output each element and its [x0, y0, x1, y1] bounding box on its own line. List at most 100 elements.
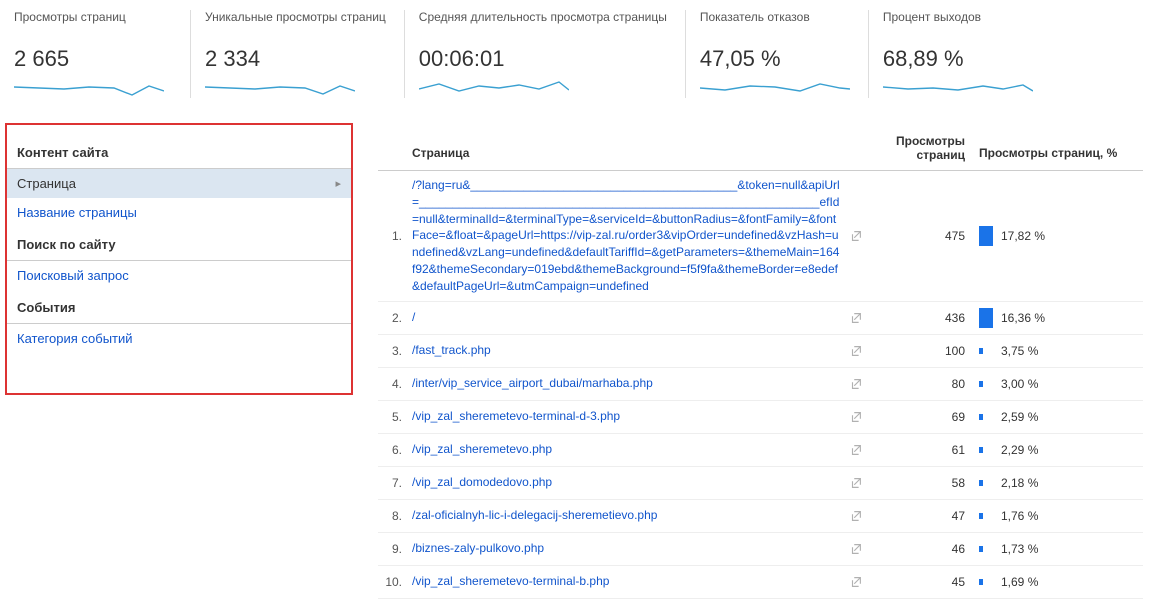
sidebar-item-search-query[interactable]: Поисковый запрос: [7, 261, 351, 290]
external-link-icon[interactable]: [849, 476, 863, 490]
external-link-icon[interactable]: [849, 344, 863, 358]
page-link[interactable]: /vip_zal_sheremetevo-terminal-b.php: [412, 573, 609, 590]
sparkline: [205, 78, 386, 98]
row-index: 3.: [378, 344, 408, 358]
table-row: 5./vip_zal_sheremetevo-terminal-d-3.php6…: [378, 401, 1143, 434]
pct-bar: [979, 579, 983, 585]
page-link[interactable]: /vip_zal_sheremetevo.php: [412, 441, 552, 458]
external-link-icon[interactable]: [849, 311, 863, 325]
metric-value: 2 334: [205, 46, 386, 72]
row-index: 7.: [378, 476, 408, 490]
pct-text: 17,82 %: [1001, 229, 1045, 243]
sparkline: [883, 78, 1033, 98]
section-title-content: Контент сайта: [7, 135, 351, 169]
external-link-icon[interactable]: [849, 443, 863, 457]
metric-label: Показатель отказов: [700, 10, 850, 40]
row-views: 61: [863, 443, 973, 457]
pct-bar: [979, 546, 983, 552]
metric-label: Просмотры страниц: [14, 10, 172, 40]
table-row: 1. /?lang=ru&____________________________…: [378, 171, 1143, 302]
external-link-icon[interactable]: [849, 377, 863, 391]
pct-text: 2,59 %: [1001, 410, 1038, 424]
col-header-page[interactable]: Страница: [408, 118, 863, 162]
row-views: 45: [863, 575, 973, 589]
sparkline: [700, 78, 850, 98]
row-page-cell: /inter/vip_service_airport_dubai/marhaba…: [408, 375, 863, 392]
row-views: 47: [863, 509, 973, 523]
sidebar-item-page[interactable]: Страница ▸: [7, 169, 351, 198]
row-pct-cell: 1,76 %: [973, 506, 1143, 526]
pct-text: 2,29 %: [1001, 443, 1038, 457]
sparkline: [419, 78, 667, 98]
metric-value: 2 665: [14, 46, 172, 72]
metric-avg-time[interactable]: Средняя длительность просмотра страницы …: [404, 10, 685, 98]
sidebar-item-label: Страница: [17, 176, 76, 191]
row-page-cell: /: [408, 309, 863, 326]
row-index: 2.: [378, 311, 408, 325]
metric-value: 68,89 %: [883, 46, 1033, 72]
page-link[interactable]: /?lang=ru&______________________________…: [412, 177, 841, 295]
row-views: 46: [863, 542, 973, 556]
sidebar-item-label: Поисковый запрос: [17, 268, 129, 283]
page-link[interactable]: /zal-oficialnyh-lic-i-delegacij-sheremet…: [412, 507, 657, 524]
section-title-events: События: [7, 290, 351, 324]
pct-text: 3,75 %: [1001, 344, 1038, 358]
page-link[interactable]: /fast_track.php: [412, 342, 491, 359]
row-page-cell: /vip_zal_sheremetevo-terminal-b.php: [408, 573, 863, 590]
metric-exit-pct[interactable]: Процент выходов 68,89 %: [868, 10, 1051, 98]
page-link[interactable]: /vip_zal_domodedovo.php: [412, 474, 552, 491]
row-index: 6.: [378, 443, 408, 457]
row-pct-cell: 1,69 %: [973, 572, 1143, 592]
table-row: 7./vip_zal_domodedovo.php582,18 %: [378, 467, 1143, 500]
row-page-cell: /vip_zal_sheremetevo-terminal-d-3.php: [408, 408, 863, 425]
row-index: 8.: [378, 509, 408, 523]
metric-bounce-rate[interactable]: Показатель отказов 47,05 %: [685, 10, 868, 98]
row-pct-cell: 2,18 %: [973, 473, 1143, 493]
external-link-icon[interactable]: [849, 509, 863, 523]
row-page-cell: /fast_track.php: [408, 342, 863, 359]
external-link-icon[interactable]: [849, 410, 863, 424]
row-page-cell: /zal-oficialnyh-lic-i-delegacij-sheremet…: [408, 507, 863, 524]
pct-text: 3,00 %: [1001, 377, 1038, 391]
row-index: 10.: [378, 575, 408, 589]
table-row: 2./43616,36 %: [378, 302, 1143, 335]
pct-text: 1,73 %: [1001, 542, 1038, 556]
col-header-pct[interactable]: Просмотры страниц, %: [973, 118, 1143, 162]
row-views: 475: [863, 229, 973, 243]
row-pct-cell: 3,00 %: [973, 374, 1143, 394]
metric-label: Процент выходов: [883, 10, 1033, 40]
page-link[interactable]: /inter/vip_service_airport_dubai/marhaba…: [412, 375, 653, 392]
row-pct-cell: 1,73 %: [973, 539, 1143, 559]
external-link-icon[interactable]: [849, 542, 863, 556]
metric-pageviews[interactable]: Просмотры страниц 2 665: [10, 10, 190, 98]
sidebar-item-label: Название страницы: [17, 205, 137, 220]
table-row: 8. /zal-oficialnyh-lic-i-delegacij-sherem…: [378, 500, 1143, 533]
metric-unique-pageviews[interactable]: Уникальные просмотры страниц 2 334: [190, 10, 404, 98]
section-title-sitesearch: Поиск по сайту: [7, 227, 351, 261]
pages-table: Страница Просмотры страниц Просмотры стр…: [358, 118, 1153, 609]
row-pct-cell: 3,75 %: [973, 341, 1143, 361]
external-link-icon[interactable]: [849, 229, 863, 243]
table-row: 10. /vip_zal_sheremetevo-terminal-b.php 45…: [378, 566, 1143, 599]
pct-bar: [979, 381, 983, 387]
row-pct-cell: 17,82 %: [973, 226, 1143, 246]
row-index: 1.: [378, 229, 408, 243]
col-header-views[interactable]: Просмотры страниц: [863, 118, 973, 162]
row-index: 4.: [378, 377, 408, 391]
external-link-icon[interactable]: [849, 575, 863, 589]
metrics-summary: Просмотры страниц 2 665 Уникальные просм…: [0, 0, 1153, 118]
metric-value: 00:06:01: [419, 46, 667, 72]
page-link[interactable]: /: [412, 309, 415, 326]
pct-bar: [979, 308, 993, 328]
sidebar-item-label: Категория событий: [17, 331, 133, 346]
pct-text: 16,36 %: [1001, 311, 1045, 325]
row-pct-cell: 2,59 %: [973, 407, 1143, 427]
row-views: 80: [863, 377, 973, 391]
pct-bar: [979, 348, 983, 354]
sidebar-item-event-category[interactable]: Категория событий: [7, 324, 351, 353]
page-link[interactable]: /biznes-zaly-pulkovo.php: [412, 540, 544, 557]
sidebar-item-page-title[interactable]: Название страницы: [7, 198, 351, 227]
page-link[interactable]: /vip_zal_sheremetevo-terminal-d-3.php: [412, 408, 620, 425]
pct-text: 1,69 %: [1001, 575, 1038, 589]
row-views: 69: [863, 410, 973, 424]
